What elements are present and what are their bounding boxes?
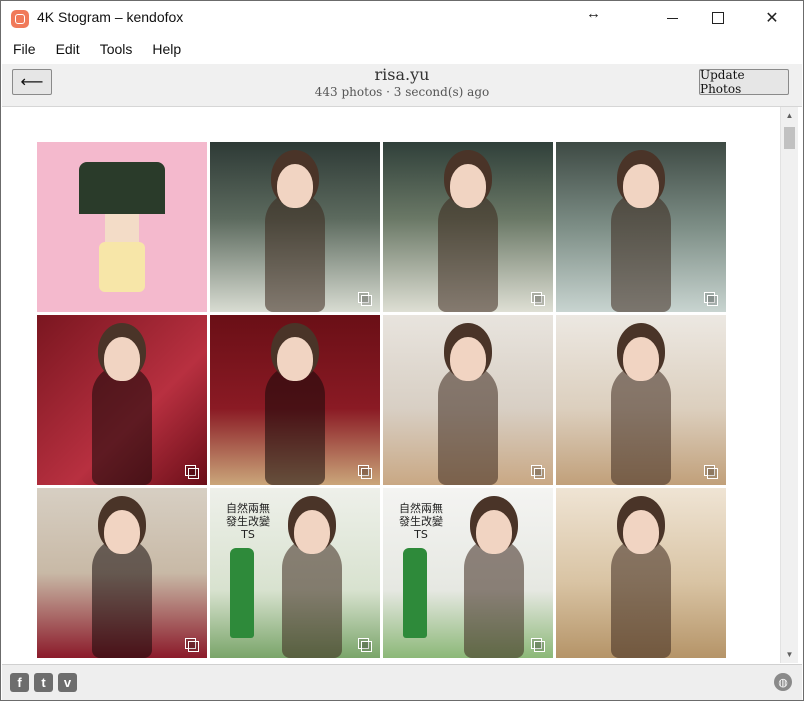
maximize-button[interactable] <box>695 1 741 35</box>
gallery-icon <box>185 465 199 479</box>
ad-caption: 自然兩無 發生改變 TS <box>226 502 270 541</box>
photo-tile[interactable]: 自然兩無 發生改變 TS <box>210 488 380 658</box>
photo-face <box>623 510 659 554</box>
photo-subject <box>265 192 325 312</box>
photo-tile[interactable] <box>383 142 553 312</box>
gallery-icon <box>358 292 372 306</box>
menu-file[interactable]: File <box>11 41 38 57</box>
maximize-icon <box>712 12 724 24</box>
title-bar[interactable]: 4K Stogram – kendofox ↔ ✕ <box>1 1 803 35</box>
gallery-icon <box>531 465 545 479</box>
product-bottle <box>403 548 427 638</box>
photo-face <box>475 510 512 554</box>
close-icon: ✕ <box>765 10 779 27</box>
photo-face <box>450 337 486 381</box>
ad-caption: 自然兩無 發生改變 TS <box>399 502 443 541</box>
account-meta: 443 photos · 3 second(s) ago <box>314 85 490 99</box>
close-button[interactable]: ✕ <box>749 1 795 35</box>
account-header: ⟵ risa.yu 443 photos · 3 second(s) ago U… <box>2 64 802 107</box>
photo-tile[interactable] <box>556 315 726 485</box>
footer-bar: f t v ◍ <box>2 664 802 700</box>
move-resize-icon: ↔ <box>586 5 601 22</box>
gallery-icon <box>531 292 545 306</box>
photo-face <box>104 510 140 554</box>
vertical-scrollbar[interactable]: ▲ ▼ <box>780 107 798 663</box>
photo-subject <box>611 538 671 658</box>
menu-bar: File Edit Tools Help <box>1 37 803 61</box>
photo-tile[interactable] <box>556 488 726 658</box>
photo-face <box>450 164 486 208</box>
photo-subject <box>92 365 152 485</box>
gallery-icon <box>185 638 199 652</box>
photo-face <box>104 337 140 381</box>
gallery-icon <box>704 465 718 479</box>
app-window: 4K Stogram – kendofox ↔ ✕ File Edit Tool… <box>0 0 804 701</box>
twitter-icon[interactable]: t <box>34 673 53 692</box>
update-photos-button[interactable]: Update Photos <box>699 68 789 96</box>
gallery-icon <box>358 465 372 479</box>
photo-tile[interactable]: 自然兩無 發生改變 TS <box>383 488 553 658</box>
photo-subject <box>463 538 524 658</box>
menu-help[interactable]: Help <box>150 41 183 57</box>
photo-tile[interactable] <box>383 315 553 485</box>
minimize-button[interactable] <box>649 1 695 35</box>
photo-subject <box>265 365 325 485</box>
gallery-icon <box>531 638 545 652</box>
app-logo-icon <box>11 10 29 28</box>
scroll-down-icon[interactable]: ▼ <box>781 646 798 663</box>
window-title: 4K Stogram – kendofox <box>37 9 184 25</box>
photo-subject <box>438 192 498 312</box>
photo-face <box>277 164 313 208</box>
product-bottle <box>230 548 254 638</box>
photo-face <box>277 337 313 381</box>
photo-subject <box>282 538 342 658</box>
account-name: risa.yu <box>374 65 430 84</box>
facebook-icon[interactable]: f <box>10 673 29 692</box>
globe-icon[interactable]: ◍ <box>774 673 792 691</box>
photo-face <box>294 510 330 554</box>
photo-tile[interactable] <box>210 142 380 312</box>
photo-tile[interactable] <box>37 315 207 485</box>
photo-tile[interactable] <box>556 142 726 312</box>
photo-tile[interactable] <box>37 488 207 658</box>
scroll-up-icon[interactable]: ▲ <box>781 107 798 124</box>
photo-tile[interactable] <box>210 315 380 485</box>
menu-tools[interactable]: Tools <box>98 41 135 57</box>
photo-face <box>623 164 659 208</box>
photo-grid-area[interactable]: 自然兩無 發生改變 TS 自然兩無 發生改變 TS <box>2 107 780 663</box>
menu-edit[interactable]: Edit <box>54 41 82 57</box>
vimeo-icon[interactable]: v <box>58 673 77 692</box>
photo-subject <box>92 538 152 658</box>
minimize-icon <box>666 17 678 19</box>
photo-tile[interactable] <box>37 142 207 312</box>
photo-subject <box>438 365 498 485</box>
photo-subject <box>611 365 671 485</box>
photo-face <box>623 337 659 381</box>
photo-grid: 自然兩無 發生改變 TS 自然兩無 發生改變 TS <box>37 142 726 658</box>
gallery-icon <box>358 638 372 652</box>
photo-subject <box>611 192 671 312</box>
scroll-thumb[interactable] <box>784 127 795 149</box>
gallery-icon <box>704 292 718 306</box>
pixel-art-dress <box>99 242 145 292</box>
